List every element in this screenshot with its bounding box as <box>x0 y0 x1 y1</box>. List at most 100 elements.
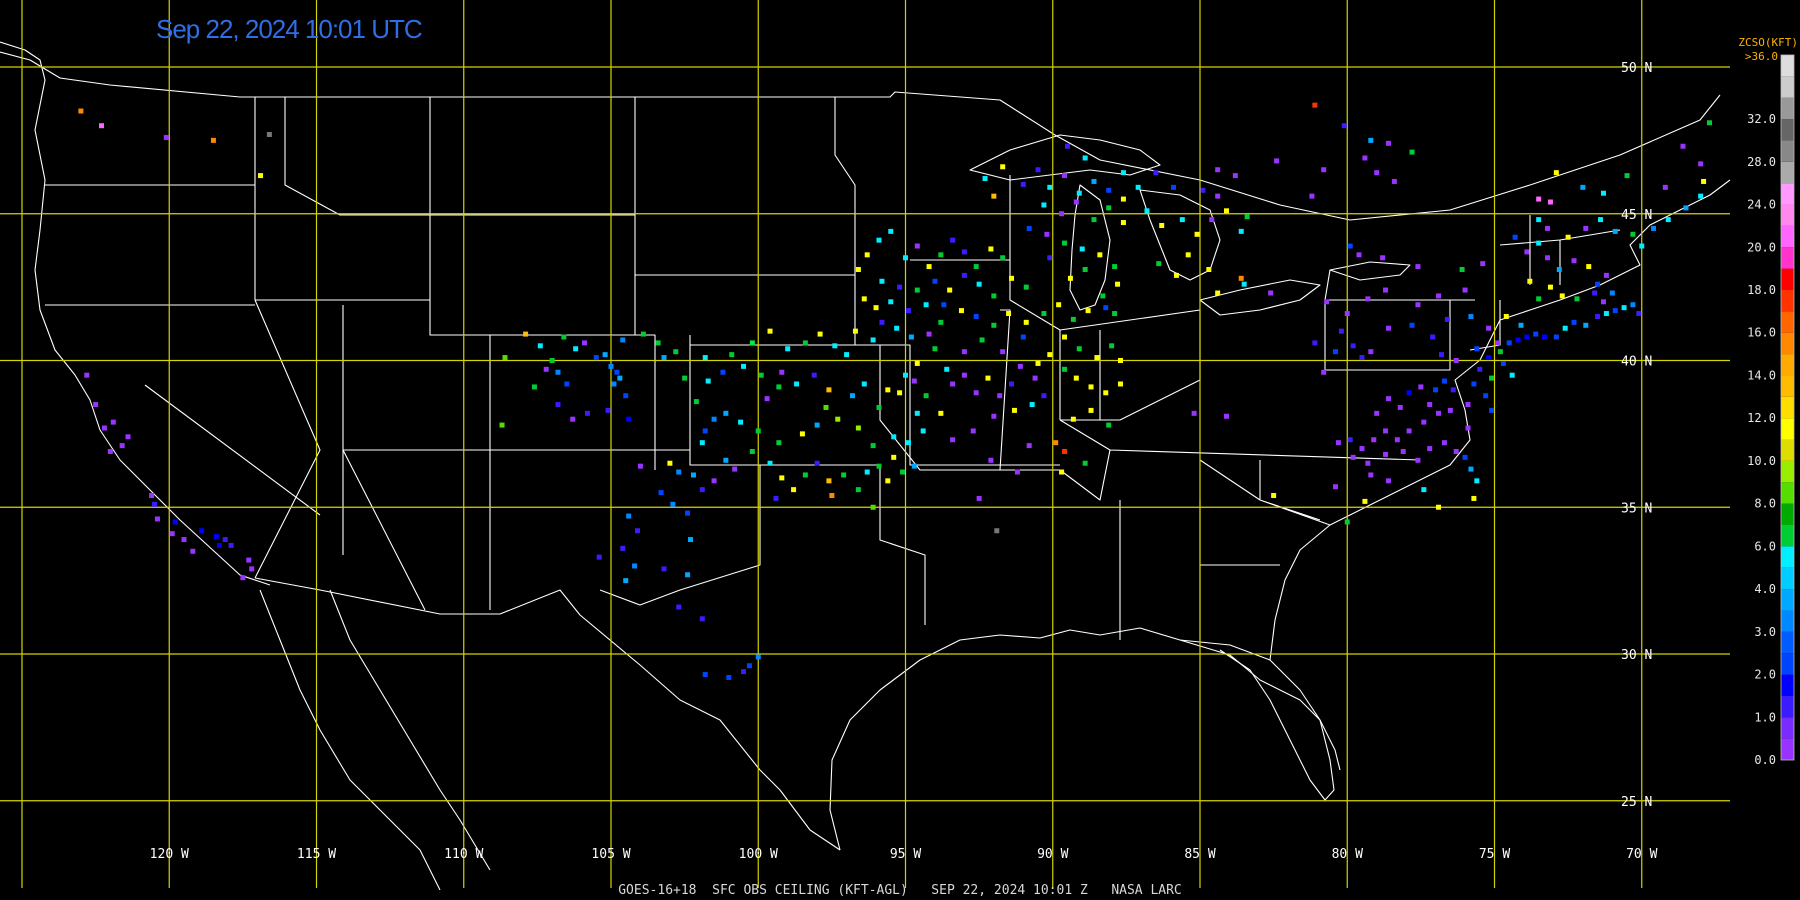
longitude-label: 110 W <box>444 847 483 862</box>
station-marker <box>749 340 755 346</box>
station-marker <box>979 337 985 343</box>
station-marker <box>888 299 894 305</box>
longitude-label: 115 W <box>297 847 336 862</box>
station-marker <box>1468 466 1474 472</box>
colorbar-segment <box>1781 396 1794 419</box>
station-marker <box>1636 311 1642 317</box>
station-marker <box>1082 460 1088 466</box>
station-marker <box>1553 170 1559 176</box>
station-marker <box>1409 322 1415 328</box>
station-marker <box>1117 381 1123 387</box>
station-marker <box>991 413 997 419</box>
longitude-label: 90 W <box>1037 847 1068 862</box>
station-marker <box>1070 416 1076 422</box>
station-marker <box>1444 316 1450 322</box>
station-marker <box>1547 199 1553 205</box>
station-marker <box>1064 143 1070 149</box>
colorbar-segment <box>1781 439 1794 461</box>
station-marker <box>1415 457 1421 463</box>
station-marker <box>1497 349 1503 355</box>
station-marker <box>623 393 629 399</box>
station-marker <box>982 176 988 182</box>
station-marker <box>1362 155 1368 161</box>
station-marker <box>1338 328 1344 334</box>
station-marker <box>1453 448 1459 454</box>
station-marker <box>1115 281 1121 287</box>
station-marker <box>1047 352 1053 358</box>
colorbar-segment <box>1781 653 1794 675</box>
colorbar-segment <box>1781 247 1794 269</box>
station-marker <box>1014 469 1020 475</box>
station-marker <box>1062 173 1068 179</box>
colorbar-segment <box>1781 610 1794 632</box>
station-marker <box>1489 407 1495 413</box>
station-marker <box>682 375 688 381</box>
station-marker <box>970 428 976 434</box>
station-marker <box>1085 308 1091 314</box>
station-marker <box>1524 334 1530 340</box>
station-marker <box>711 416 717 422</box>
station-marker <box>1683 205 1689 211</box>
station-marker <box>1224 208 1230 214</box>
station-marker <box>1062 334 1068 340</box>
map-footer-caption: GOES-16+18 SFC OBS CEILING (KFT-AGL) SEP… <box>618 883 1182 898</box>
station-marker <box>914 360 920 366</box>
station-marker <box>611 381 617 387</box>
station-marker <box>1191 410 1197 416</box>
station-marker <box>1600 299 1606 305</box>
station-marker <box>1503 313 1509 319</box>
colorbar-tick-label: 0.0 <box>1754 753 1776 767</box>
station-marker <box>249 566 255 572</box>
colorbar-segment <box>1781 418 1794 440</box>
station-marker <box>1512 234 1518 240</box>
station-marker <box>1662 184 1668 190</box>
station-marker <box>125 434 131 440</box>
station-marker <box>1592 290 1598 296</box>
station-marker <box>1094 355 1100 361</box>
station-marker <box>950 381 956 387</box>
station-marker <box>1436 504 1442 510</box>
station-marker <box>1244 214 1250 220</box>
station-marker <box>1073 199 1079 205</box>
station-marker <box>726 674 732 680</box>
colorbar-segment <box>1781 76 1794 98</box>
station-marker <box>976 495 982 501</box>
station-marker <box>1536 240 1542 246</box>
station-marker <box>705 378 711 384</box>
station-marker <box>1489 375 1495 381</box>
longitude-label: 80 W <box>1332 847 1363 862</box>
station-marker <box>99 123 105 129</box>
station-marker <box>932 346 938 352</box>
station-marker <box>1047 255 1053 261</box>
station-marker <box>885 387 891 393</box>
station-marker <box>1185 252 1191 258</box>
station-marker <box>1067 275 1073 281</box>
longitude-label: 100 W <box>739 847 778 862</box>
station-marker <box>1009 381 1015 387</box>
station-marker <box>1474 478 1480 484</box>
station-marker <box>1383 451 1389 457</box>
station-marker <box>1215 167 1221 173</box>
colorbar-segment <box>1781 354 1794 376</box>
station-marker <box>169 531 175 537</box>
latitude-label: 35 N <box>1621 501 1652 516</box>
station-marker <box>1468 313 1474 319</box>
station-marker <box>764 396 770 402</box>
station-marker <box>1436 410 1442 416</box>
station-marker <box>623 578 629 584</box>
colorbar-segment <box>1781 525 1794 547</box>
latitude-label: 30 N <box>1621 648 1652 663</box>
longitude-label: 120 W <box>150 847 189 862</box>
station-marker <box>690 472 696 478</box>
station-marker <box>1698 161 1704 167</box>
longitude-label: 85 W <box>1184 847 1215 862</box>
station-marker <box>1556 267 1562 273</box>
station-marker <box>152 501 158 507</box>
colorbar-segment <box>1781 183 1794 205</box>
station-marker <box>944 366 950 372</box>
station-marker <box>1062 240 1068 246</box>
station-marker <box>1332 484 1338 490</box>
station-marker <box>849 393 855 399</box>
station-marker <box>785 346 791 352</box>
station-marker <box>84 372 90 378</box>
